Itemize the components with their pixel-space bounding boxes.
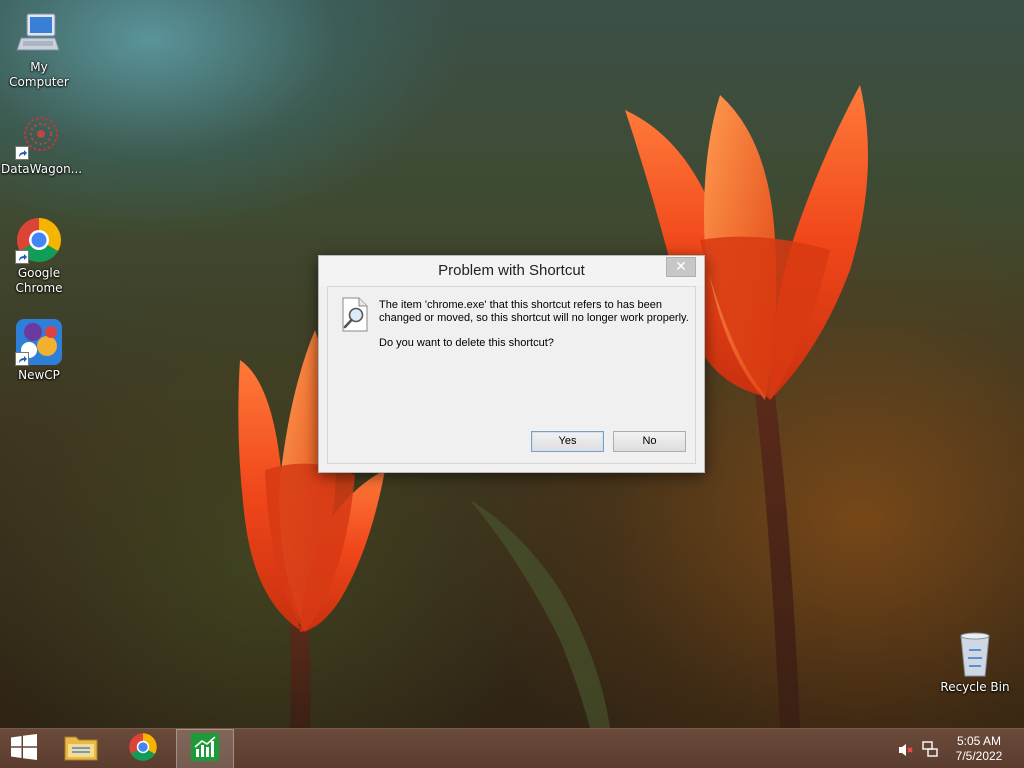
dialog-title: Problem with Shortcut [438, 262, 585, 279]
desktop-icon-datawagon[interactable]: DataWagon... [1, 112, 83, 177]
yes-button[interactable]: Yes [531, 431, 604, 452]
newcp-icon [15, 318, 63, 366]
speaker-muted-icon[interactable] [898, 742, 914, 761]
taskbar: 5:05 AM 7/5/2022 [0, 728, 1024, 768]
desktop-icon-label: DataWagon... [1, 162, 83, 176]
recycle-bin-icon [951, 630, 999, 678]
taskbar-task-manager[interactable] [176, 729, 234, 768]
start-button[interactable] [0, 729, 48, 768]
taskbar-file-explorer[interactable] [52, 729, 110, 768]
desktop-icon-recycle-bin[interactable]: Recycle Bin [937, 630, 1013, 695]
desktop-icon-my-computer[interactable]: My Computer [1, 10, 77, 90]
desktop-icon-label: Recycle Bin [940, 680, 1010, 694]
chrome-icon [15, 216, 63, 264]
desktop-icon-label: My Computer [9, 60, 69, 89]
windows-logo-icon [11, 734, 37, 764]
dialog-titlebar[interactable]: Problem with Shortcut ✕ [319, 256, 704, 286]
shortcut-arrow-icon [15, 352, 29, 366]
chrome-icon [128, 732, 158, 766]
shortcut-arrow-icon [15, 146, 29, 160]
taskbar-clock[interactable]: 5:05 AM 7/5/2022 [944, 734, 1014, 764]
dialog-message-block: The item 'chrome.exe' that this shortcut… [379, 299, 699, 350]
desktop-icon-label: Google Chrome [15, 266, 63, 295]
system-tray: 5:05 AM 7/5/2022 [884, 729, 1024, 768]
close-icon: ✕ [675, 258, 687, 274]
taskbar-chrome[interactable] [114, 729, 172, 768]
dialog-question: Do you want to delete this shortcut? [379, 337, 554, 349]
desktop-icon-label: NewCP [18, 368, 60, 382]
close-button[interactable]: ✕ [666, 257, 696, 277]
shortcut-arrow-icon [15, 250, 29, 264]
problem-with-shortcut-dialog: Problem with Shortcut ✕ The item 'chrome… [318, 255, 705, 473]
desktop-icon-google-chrome[interactable]: Google Chrome [1, 216, 77, 296]
clock-date: 7/5/2022 [955, 749, 1003, 763]
desktop-icon-newcp[interactable]: NewCP [1, 318, 77, 383]
clock-time: 5:05 AM [956, 734, 1002, 748]
magnifier-document-icon [339, 297, 371, 333]
network-icon[interactable] [922, 741, 938, 761]
computer-icon [15, 10, 63, 58]
dialog-message: The item 'chrome.exe' that this shortcut… [379, 299, 689, 324]
folder-icon [64, 732, 98, 766]
no-button[interactable]: No [613, 431, 686, 452]
dialog-body: The item 'chrome.exe' that this shortcut… [327, 286, 696, 464]
chart-icon [191, 733, 219, 765]
datawagon-icon [15, 112, 63, 160]
